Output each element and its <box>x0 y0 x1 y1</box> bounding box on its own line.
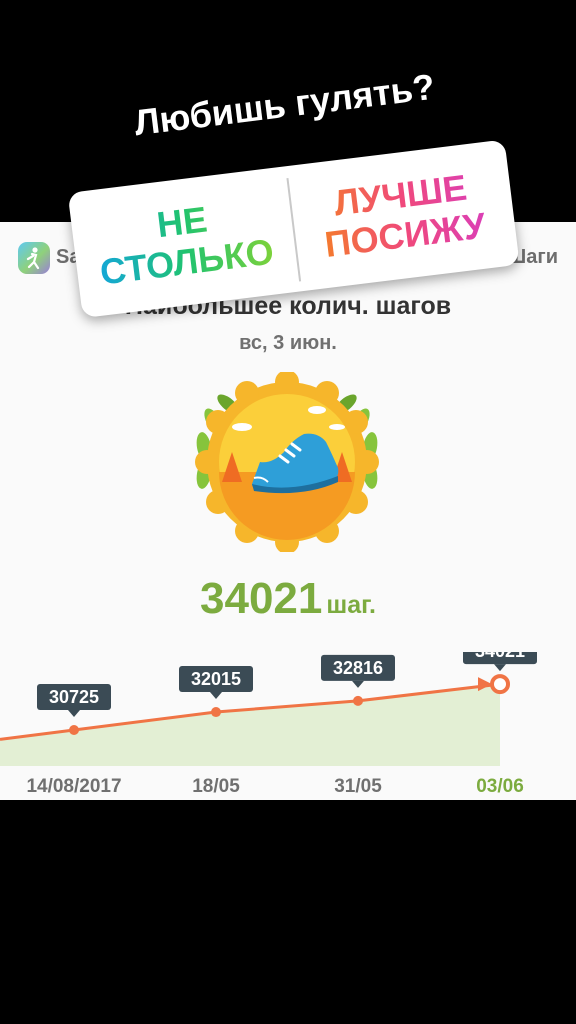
steps-trend-chart: 30725 14/08/2017 32015 18/05 32816 31/05 34021… <box>0 652 537 797</box>
best-steps-total: 34021 шаг. <box>0 574 576 624</box>
poll-option-left[interactable]: НЕ СТОЛЬКО <box>68 166 302 318</box>
chart-x-label: 03/06 <box>476 776 524 797</box>
best-steps-date: вс, 3 июн. <box>239 332 337 354</box>
chart-point-highlight <box>490 674 510 695</box>
chart-point <box>69 725 79 736</box>
best-steps-unit: шаг. <box>326 591 376 619</box>
chart-value-label-pointer <box>68 710 80 718</box>
poll-question: Любишь гулять? <box>131 65 437 144</box>
chart-x-label: 31/05 <box>334 776 382 797</box>
chart-value-label: 34021 <box>475 652 525 661</box>
chart-value-label-pointer <box>494 664 506 672</box>
samsung-health-app-icon <box>18 242 50 274</box>
poll-option-right[interactable]: ЛУЧШЕ ПОСИЖУ <box>286 139 520 291</box>
chart-x-label: 18/05 <box>192 776 240 797</box>
chart-value-label-pointer <box>352 680 364 688</box>
chart-value-label: 32015 <box>191 669 241 689</box>
chart-value-label: 32816 <box>333 658 383 678</box>
chart-x-label: 14/08/2017 <box>26 776 121 797</box>
chart-point <box>353 695 363 706</box>
chart-value-label: 30725 <box>49 687 99 707</box>
best-steps-value: 34021 <box>200 574 323 623</box>
chart-value-label-pointer <box>210 692 222 700</box>
sneaker-medal-icon <box>192 370 382 554</box>
chart-point <box>211 707 221 718</box>
